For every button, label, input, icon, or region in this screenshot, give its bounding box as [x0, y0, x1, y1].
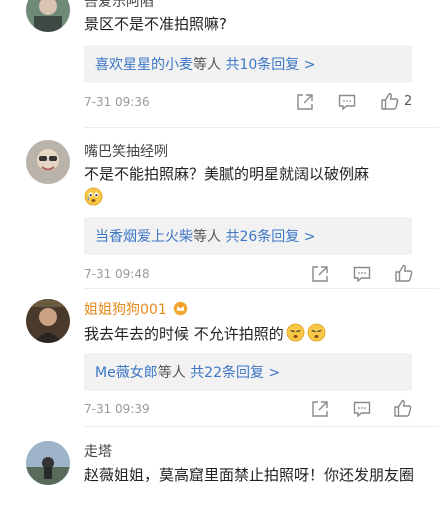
- comment-icon[interactable]: [337, 92, 357, 112]
- comment-item: 走塔 赵薇姐姐，莫高窟里面禁止拍照呀！你还发朋友圈: [0, 427, 439, 519]
- comment-text: 赵薇姐姐，莫高窟里面禁止拍照呀！你还发朋友圈: [84, 466, 415, 484]
- timestamp: 7-31 09:48: [84, 267, 150, 281]
- sad-face-emoji-icon: [286, 323, 305, 342]
- share-icon[interactable]: [295, 92, 315, 112]
- reply-count[interactable]: 共22条回复 >: [190, 365, 280, 381]
- replies-box[interactable]: 当香烟爱上火柴等人 共26条回复 >: [84, 217, 412, 255]
- username[interactable]: 走塔: [84, 441, 112, 461]
- share-icon[interactable]: [310, 399, 330, 419]
- username[interactable]: 姐姐狗狗001: [84, 299, 188, 319]
- thumbs-up-icon[interactable]: [393, 398, 413, 418]
- thumbs-up-icon[interactable]: [394, 263, 414, 283]
- replies-box[interactable]: Me薇女郎等人 共22条回复 >: [84, 353, 412, 391]
- avatar[interactable]: [26, 441, 70, 485]
- reply-username[interactable]: Me薇女郎: [95, 365, 158, 381]
- username[interactable]: 吾爱乐阿陷: [84, 0, 154, 11]
- username[interactable]: 嘴巴笑抽经咧: [84, 141, 168, 161]
- reply-suffix: 等人: [193, 229, 221, 245]
- like-count: 2: [404, 94, 413, 109]
- sad-face-emoji-icon: [307, 323, 326, 342]
- timestamp: 7-31 09:39: [84, 402, 150, 416]
- sad-face-emoji-icon: [84, 187, 103, 206]
- replies-box[interactable]: 喜欢星星的小麦等人 共10条回复 >: [84, 45, 412, 83]
- comment-icon[interactable]: [352, 399, 372, 419]
- replies-summary[interactable]: Me薇女郎等人 共22条回复 >: [95, 362, 280, 382]
- avatar[interactable]: [26, 299, 70, 343]
- reply-suffix: 等人: [157, 365, 186, 381]
- thumbs-up-icon[interactable]: [380, 91, 400, 111]
- comment-item: 姐姐狗狗001 我去年去的时候 不允许拍照的 Me薇女郎等人 共22条回复 > …: [0, 289, 439, 427]
- comment-item: 嘴巴笑抽经咧 不是不能拍照麻？美腻的明星就阔以破例麻 当香烟爱上火柴等人 共26…: [0, 128, 439, 289]
- comment-item: 吾爱乐阿陷 景区不是不准拍照嘛? 喜欢星星的小麦等人 共10条回复 > 7-31…: [0, 0, 439, 128]
- comment-text: 我去年去的时候 不允许拍照的: [84, 322, 424, 346]
- avatar[interactable]: [26, 0, 70, 32]
- replies-summary[interactable]: 喜欢星星的小麦等人 共10条回复 >: [95, 54, 315, 74]
- comment-text: 不是不能拍照麻？美腻的明星就阔以破例麻: [84, 162, 424, 210]
- comment-text: 景区不是不准拍照嘛?: [84, 15, 227, 33]
- crown-badge-icon: [173, 301, 188, 316]
- replies-summary[interactable]: 当香烟爱上火柴等人 共26条回复 >: [95, 226, 315, 246]
- reply-count[interactable]: 共10条回复 >: [225, 57, 315, 73]
- reply-username[interactable]: 喜欢星星的小麦: [95, 57, 193, 73]
- comment-icon[interactable]: [352, 264, 372, 284]
- avatar[interactable]: [26, 140, 70, 184]
- reply-suffix: 等人: [193, 57, 221, 73]
- reply-count[interactable]: 共26条回复 >: [225, 229, 315, 245]
- share-icon[interactable]: [310, 264, 330, 284]
- reply-username[interactable]: 当香烟爱上火柴: [95, 229, 193, 245]
- timestamp: 7-31 09:36: [84, 95, 150, 109]
